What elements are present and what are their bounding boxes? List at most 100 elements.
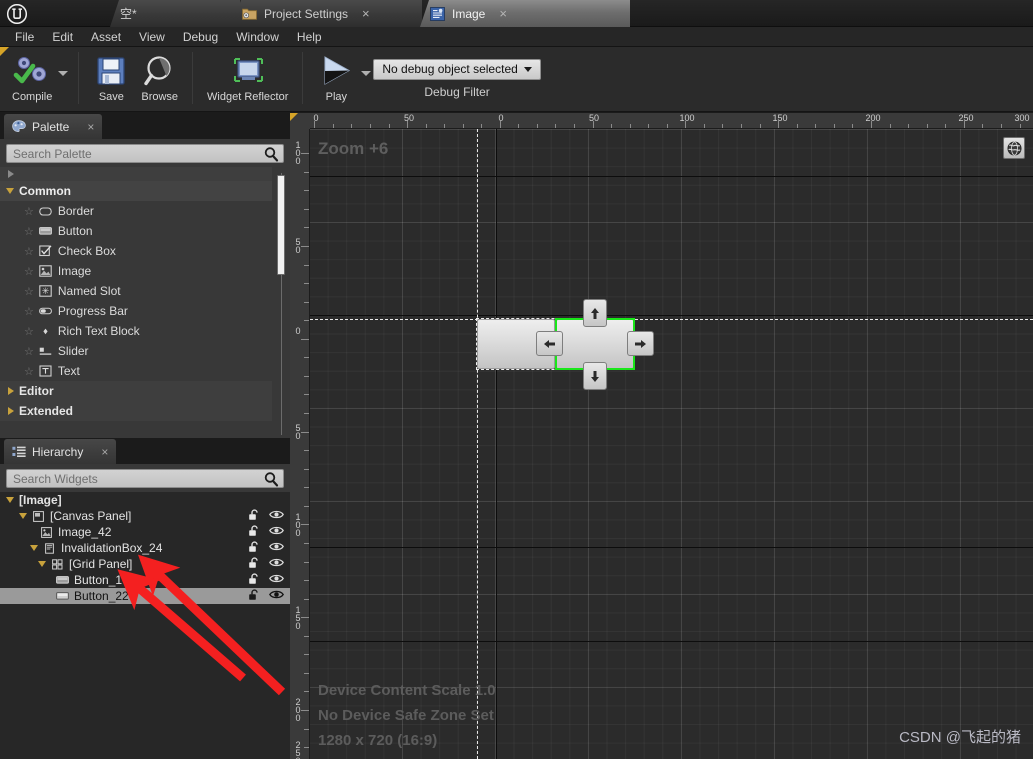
star-icon[interactable]: ☆ <box>24 265 34 278</box>
search-palette-input[interactable]: Search Palette <box>6 144 284 163</box>
ruler-vertical[interactable]: 100 50 0 50 100 150 200 250 <box>290 129 310 759</box>
window-tab-project-settings[interactable]: Project Settings × <box>232 0 422 27</box>
globe-icon[interactable] <box>1003 137 1025 159</box>
palette-category-editor[interactable]: Editor <box>0 381 272 401</box>
chevron-down-icon <box>38 561 46 567</box>
palette-item-label: Border <box>57 204 94 218</box>
debug-object-select[interactable]: No debug object selected <box>373 59 541 80</box>
tab-palette[interactable]: Palette × <box>4 114 103 139</box>
drag-handle-up[interactable] <box>583 299 607 327</box>
window-tab-image[interactable]: Image × <box>420 0 630 27</box>
hierarchy-node-button-227[interactable]: Button_227 <box>0 588 290 604</box>
ruler-h-label: 50 <box>588 113 600 123</box>
palette-item-image[interactable]: ☆ Image <box>0 261 272 281</box>
ruler-v-label: 200 <box>295 697 301 723</box>
palette-item-rich-text-block[interactable]: ☆ Rich Text Block <box>0 321 272 341</box>
rich-text-icon <box>39 326 52 337</box>
lock-open-icon[interactable] <box>248 556 261 572</box>
lock-open-icon[interactable] <box>248 540 261 556</box>
search-icon <box>263 146 279 167</box>
star-icon[interactable]: ☆ <box>24 285 34 298</box>
drag-handle-down[interactable] <box>583 362 607 390</box>
close-icon[interactable]: × <box>101 445 108 459</box>
lock-open-icon[interactable] <box>248 508 261 524</box>
palette-item-slider[interactable]: ☆ Slider <box>0 341 272 361</box>
compile-button[interactable]: Compile <box>6 47 58 103</box>
lock-open-icon[interactable] <box>248 524 261 540</box>
save-button[interactable]: Save <box>87 47 135 103</box>
star-icon[interactable]: ☆ <box>24 365 34 378</box>
device-content-scale: Device Content Scale 1.0 <box>318 682 496 699</box>
lock-open-icon[interactable] <box>248 588 261 604</box>
hierarchy-node-image-42[interactable]: Image_42 <box>0 524 290 540</box>
hierarchy-node-grid-panel[interactable]: [Grid Panel] <box>0 556 290 572</box>
menu-item-window[interactable]: Window <box>227 28 288 46</box>
hierarchy-node-button-167[interactable]: Button_167 <box>0 572 290 588</box>
designer-viewport[interactable]: 0 50 0 50 100 150 200 250 300 1 0 0 5 0 … <box>290 113 1033 759</box>
search-widgets-input[interactable]: Search Widgets <box>6 469 284 488</box>
hierarchy-row-controls <box>248 508 284 524</box>
menu-item-edit[interactable]: Edit <box>43 28 82 46</box>
palette-category-label: Editor <box>19 384 54 398</box>
play-dropdown-arrow-icon[interactable] <box>361 71 372 76</box>
eye-icon[interactable] <box>269 525 284 539</box>
palette-item-button[interactable]: ☆ Button <box>0 221 272 241</box>
close-icon[interactable]: × <box>87 120 94 134</box>
ruler-v-label: 100 <box>295 140 301 166</box>
palette-category-common[interactable]: Common <box>0 181 272 201</box>
star-icon[interactable]: ☆ <box>24 245 34 258</box>
design-surface[interactable]: Zoom +6 Device Content Scale 1.0 No Devi… <box>310 129 1033 759</box>
palette-item-text[interactable]: ☆ Text <box>0 361 272 381</box>
title-bar: 空* Project Settings × Image × <box>0 0 1033 27</box>
palette-scrollbar-thumb[interactable] <box>277 175 285 275</box>
compile-dropdown-arrow-icon[interactable] <box>58 71 69 76</box>
hierarchy-node-canvas-panel[interactable]: [Canvas Panel] <box>0 508 290 524</box>
star-icon[interactable]: ☆ <box>24 325 34 338</box>
eye-icon[interactable] <box>269 557 284 571</box>
hierarchy-node-invalidationbox-24[interactable]: InvalidationBox_24 <box>0 540 290 556</box>
menu-item-view[interactable]: View <box>130 28 174 46</box>
menu-item-help[interactable]: Help <box>288 28 331 46</box>
palette-item-named-slot[interactable]: ☆ ✳ Named Slot <box>0 281 272 301</box>
left-panel-column: Palette × Search Palette Common ☆ Border… <box>0 113 290 759</box>
drag-handle-right[interactable] <box>627 331 654 356</box>
hierarchy-tree: [Image] [Canvas Panel] Image_42 Invalida… <box>0 492 290 759</box>
star-icon[interactable]: ☆ <box>24 305 34 318</box>
hierarchy-node-label: [Image] <box>19 493 62 507</box>
palette-item-progress-bar[interactable]: ☆ Progress Bar <box>0 301 272 321</box>
palette-top-collapsed-row[interactable] <box>0 167 272 181</box>
close-icon[interactable]: × <box>499 7 507 20</box>
palette-item-border[interactable]: ☆ Border <box>0 201 272 221</box>
eye-icon[interactable] <box>269 509 284 523</box>
menu-item-asset[interactable]: Asset <box>82 28 130 46</box>
window-tab-unsaved[interactable]: 空* <box>110 0 240 27</box>
lock-open-icon[interactable] <box>248 572 261 588</box>
ruler-h-label: 150 <box>772 113 788 123</box>
ruler-h-label: 0 <box>498 113 504 123</box>
ruler-v-label: 100 <box>295 512 301 538</box>
menu-item-file[interactable]: File <box>6 28 43 46</box>
eye-icon[interactable] <box>269 573 284 587</box>
close-icon[interactable]: × <box>362 7 370 20</box>
menu-item-debug[interactable]: Debug <box>174 28 227 46</box>
browse-button[interactable]: Browse <box>135 47 184 103</box>
hierarchy-node-label: [Canvas Panel] <box>50 509 132 523</box>
eye-icon[interactable] <box>269 541 284 555</box>
palette-item-check-box[interactable]: ☆ Check Box <box>0 241 272 261</box>
eye-icon[interactable] <box>269 589 284 603</box>
unreal-logo-icon <box>4 2 30 26</box>
tab-hierarchy[interactable]: Hierarchy × <box>4 439 117 464</box>
invalidation-box-icon <box>43 542 56 554</box>
drag-handle-left[interactable] <box>536 331 563 356</box>
play-button[interactable]: Play <box>311 47 361 103</box>
star-icon[interactable]: ☆ <box>24 205 34 218</box>
star-icon[interactable]: ☆ <box>24 225 34 238</box>
widget-reflector-button[interactable]: Widget Reflector <box>201 47 294 103</box>
ruler-horizontal[interactable]: 0 50 0 50 100 150 200 250 300 <box>310 113 1033 129</box>
checkbox-icon <box>39 245 52 257</box>
ruler-h-label: 250 <box>958 113 974 123</box>
hierarchy-node-image-root[interactable]: [Image] <box>0 492 290 508</box>
hierarchy-panel: Hierarchy × Search Widgets [Image] [Canv… <box>0 438 290 759</box>
palette-category-extended[interactable]: Extended <box>0 401 272 421</box>
star-icon[interactable]: ☆ <box>24 345 34 358</box>
